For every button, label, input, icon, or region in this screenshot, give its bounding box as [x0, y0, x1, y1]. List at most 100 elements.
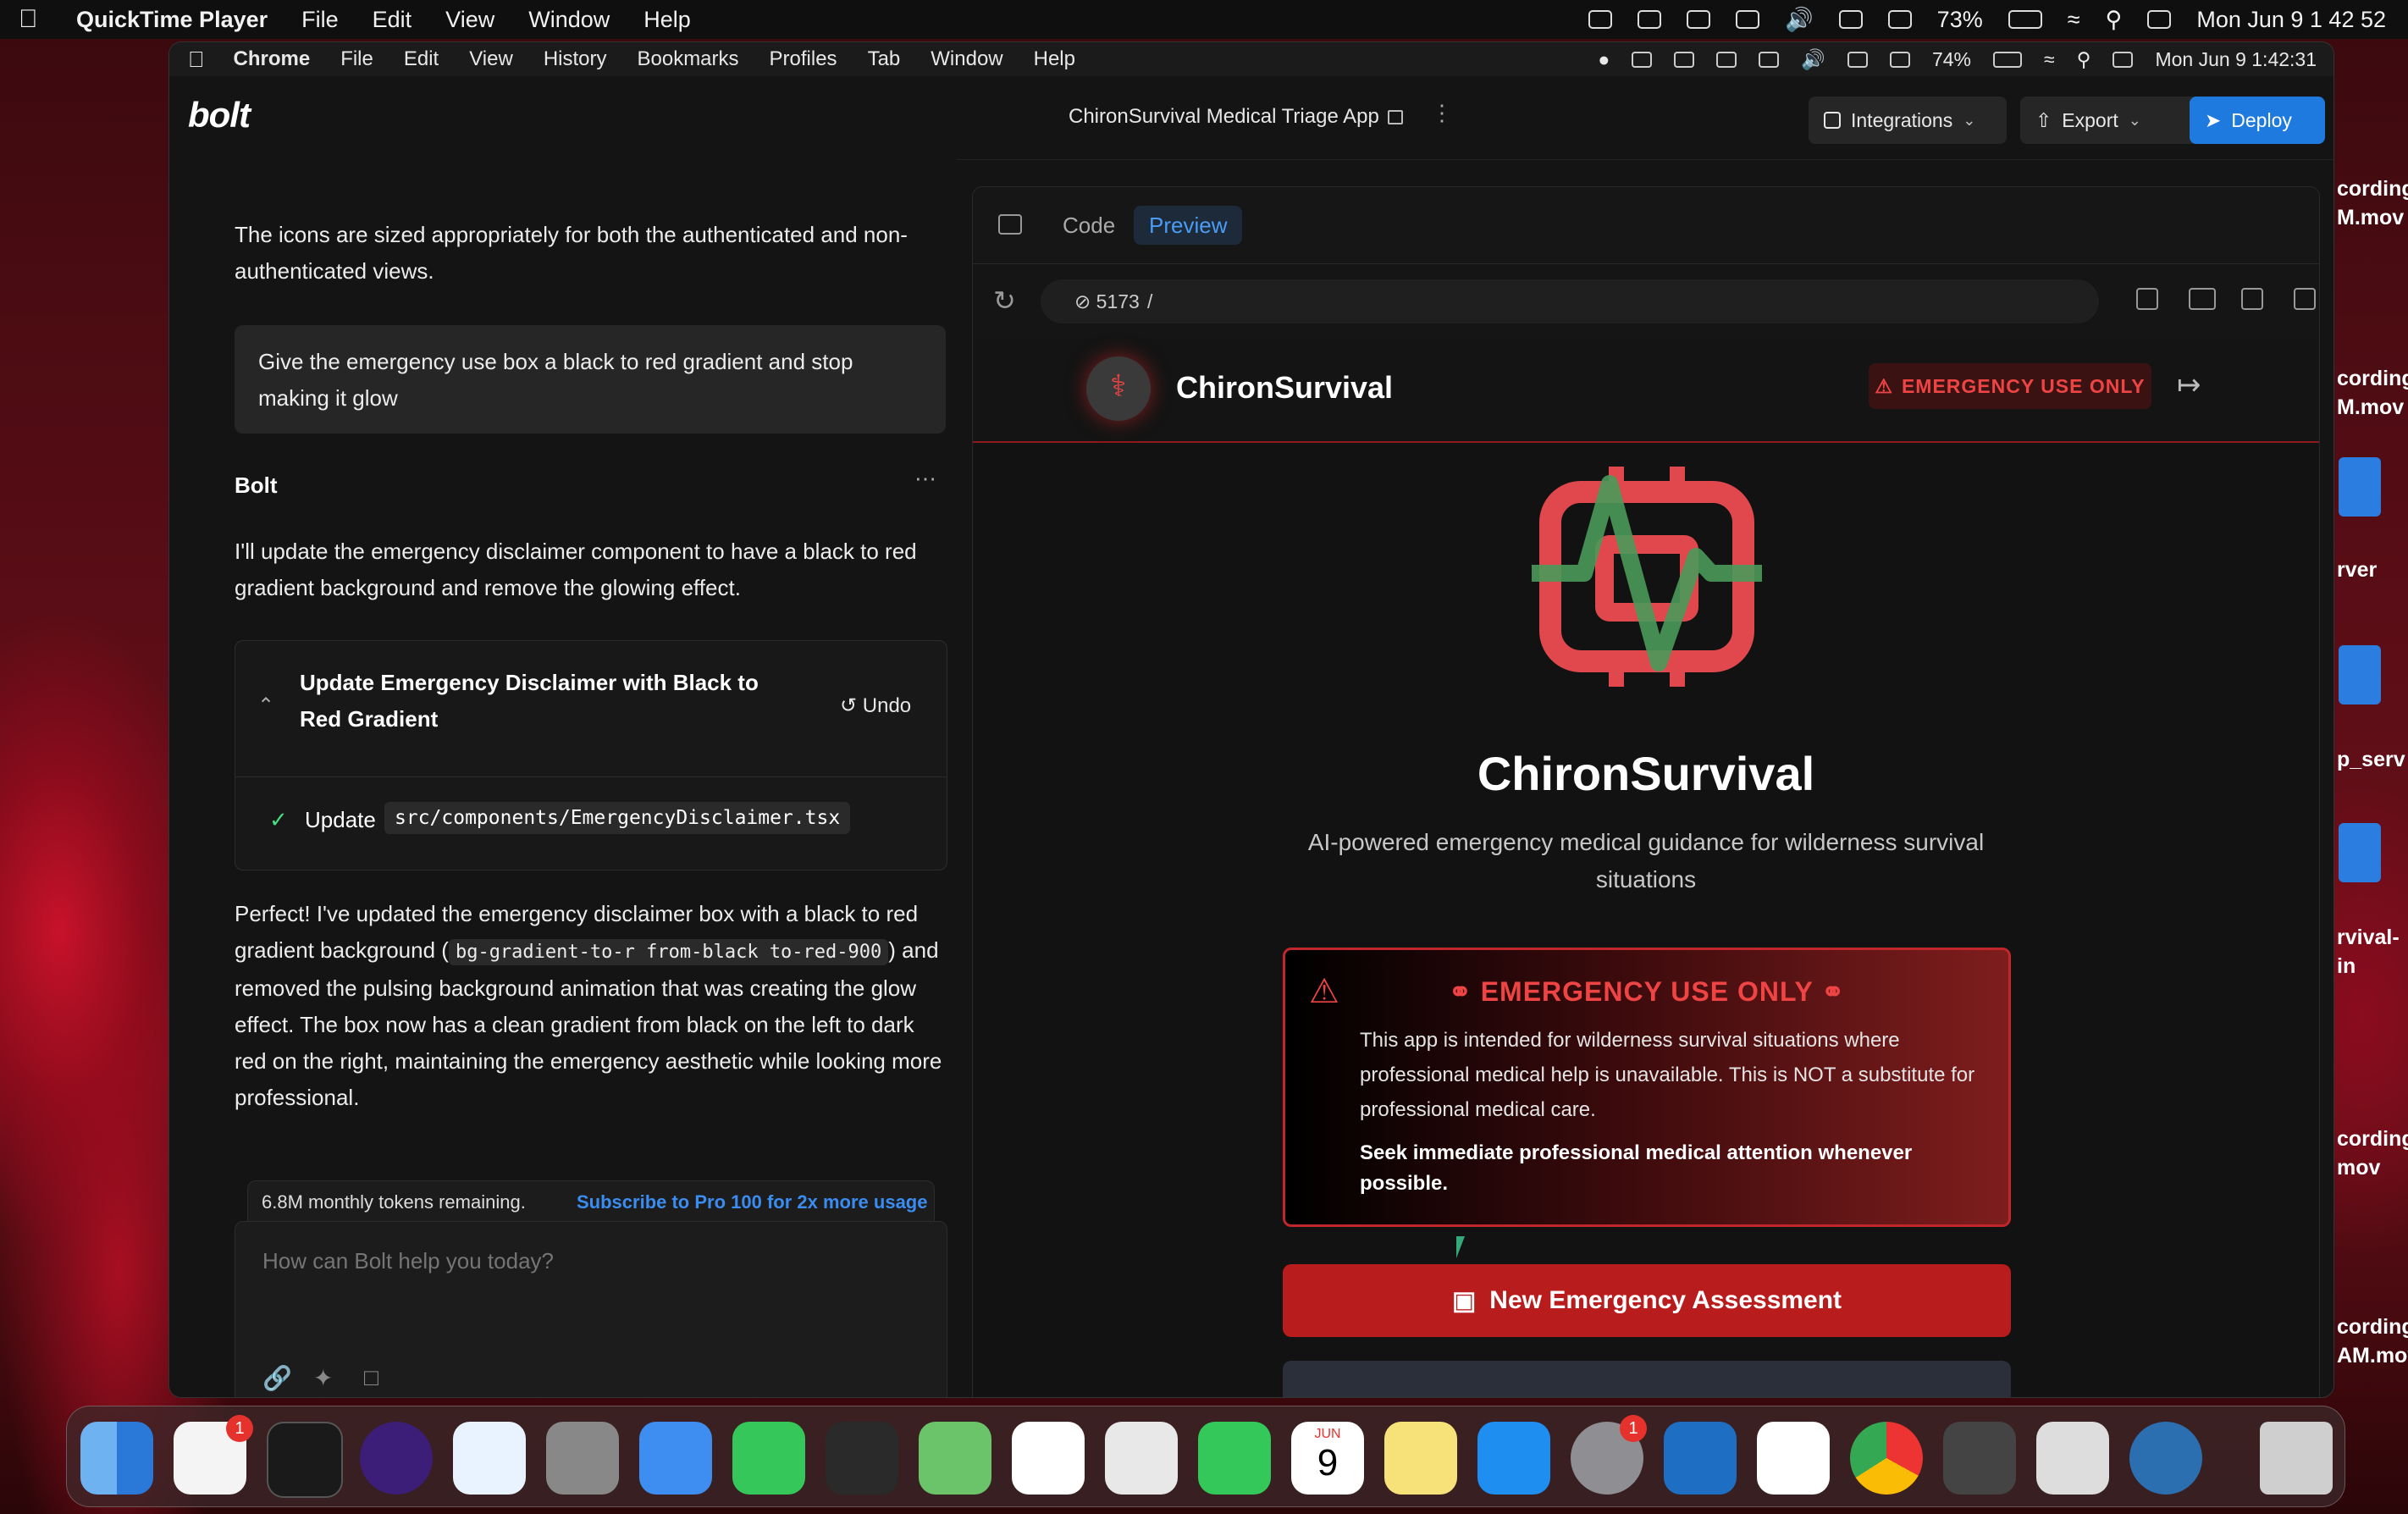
folder-icon[interactable] [2339, 823, 2381, 882]
display-icon[interactable] [1887, 10, 1912, 29]
search-icon[interactable]: ⚲ [2106, 7, 2123, 33]
chrome-menu-history[interactable]: History [544, 47, 607, 71]
podcast-app-icon[interactable] [360, 1422, 433, 1495]
status-app-icon[interactable] [1632, 51, 1653, 68]
chrome-menu-window[interactable]: Window [931, 47, 1002, 71]
desktop-file-label[interactable]: in [2337, 952, 2356, 981]
reload-icon[interactable]: ↻ [993, 285, 1016, 317]
safari-icon[interactable] [453, 1422, 526, 1495]
battery-icon[interactable] [1992, 51, 2022, 68]
chrome-menu-file[interactable]: File [340, 47, 373, 71]
desktop-file-label[interactable]: mov [2337, 1153, 2380, 1182]
wifi-icon[interactable]: ≈ [2044, 48, 2055, 71]
desktop-file-label[interactable]: rvival- [2337, 923, 2400, 952]
control-center-icon[interactable] [2147, 10, 2172, 29]
vscode-icon[interactable] [1664, 1422, 1737, 1495]
desktop-file-label[interactable]: p_serv [2337, 745, 2405, 774]
desktop-file-label[interactable]: cording [2337, 1124, 2408, 1153]
stage-manager-icon[interactable] [1847, 51, 1868, 68]
menubar-item-edit[interactable]: Edit [373, 7, 412, 33]
desktop-file-label[interactable]: M.mov [2337, 203, 2404, 232]
subscribe-link[interactable]: Subscribe to Pro 100 for 2x more usage [577, 1191, 927, 1213]
trash-icon[interactable] [2260, 1422, 2333, 1495]
volume-icon[interactable]: 🔊 [1785, 6, 1814, 33]
finder-icon[interactable] [80, 1422, 153, 1495]
chevron-up-icon[interactable]: ⌃ [257, 693, 274, 718]
chrome-menu-bookmarks[interactable]: Bookmarks [637, 47, 738, 71]
preview-url-field[interactable]: ⊘ 5173 / [1041, 279, 2099, 323]
desktop-file-label[interactable]: AM.mov [2337, 1341, 2408, 1370]
tab-code[interactable]: Code [1047, 206, 1130, 245]
search-icon[interactable]: ⚲ [2077, 48, 2091, 71]
new-assessment-button[interactable]: ▣ New Emergency Assessment [1283, 1264, 2011, 1337]
notes-icon[interactable] [1384, 1422, 1457, 1495]
reminders-icon[interactable]: 1 [174, 1415, 253, 1495]
menubar-app-name[interactable]: QuickTime Player [76, 7, 268, 33]
chrome-menu-profiles[interactable]: Profiles [770, 47, 837, 71]
discussion-icon[interactable]: □ [364, 1364, 378, 1391]
memory-status-icon[interactable] [1687, 10, 1711, 29]
terminal-icon[interactable] [267, 1422, 343, 1498]
more-options-icon[interactable]: ⋮ [1431, 100, 1453, 126]
app-store-icon[interactable] [1477, 1422, 1550, 1495]
project-title[interactable]: ChironSurvival Medical Triage App [1069, 105, 1403, 129]
color-picker-icon[interactable] [826, 1422, 898, 1495]
deploy-button[interactable]: ➤ Deploy [2190, 97, 2325, 144]
logout-icon[interactable]: ↦ [2177, 368, 2201, 402]
bolt-logo[interactable]: bolt [188, 95, 251, 135]
quicktime-icon[interactable] [2129, 1422, 2202, 1495]
inspector-icon[interactable] [2241, 288, 2263, 310]
menubar-item-window[interactable]: Window [528, 7, 610, 33]
system-settings-icon[interactable]: 1 [1571, 1415, 1647, 1495]
secondary-button[interactable] [1283, 1361, 2011, 1397]
app-logo-avatar[interactable]: ⚕ [1086, 356, 1151, 421]
chrome-icon[interactable] [1850, 1422, 1923, 1495]
enhance-sparkle-icon[interactable]: ✦ [313, 1364, 333, 1392]
battery-icon[interactable] [2008, 10, 2042, 29]
device-preview-icon[interactable] [2189, 288, 2216, 310]
more-options-icon[interactable]: ⋯ [914, 466, 936, 492]
menubar-item-help[interactable]: Help [643, 7, 691, 33]
wifi-icon[interactable]: ≈ [2068, 7, 2080, 33]
chrome-menu-help[interactable]: Help [1034, 47, 1075, 71]
chrome-menu-edit[interactable]: Edit [404, 47, 439, 71]
folder-icon[interactable] [2339, 645, 2381, 705]
record-icon[interactable]: ● [1598, 48, 1610, 71]
menubar-clock[interactable]: Mon Jun 9 1 42 52 [2196, 7, 2386, 33]
memory-status-icon[interactable] [1716, 51, 1737, 68]
desktop-file-label[interactable]: cording [2337, 364, 2408, 393]
integrations-button[interactable]: Integrations ⌄ [1809, 97, 2007, 144]
keychain-icon[interactable] [1943, 1422, 2016, 1495]
photos-icon[interactable] [1012, 1422, 1085, 1495]
notion-icon[interactable] [1757, 1422, 1830, 1495]
notion-status-icon[interactable] [1638, 10, 1662, 29]
app-brand[interactable]: ChironSurvival [1176, 370, 1393, 406]
chrome-app-name[interactable]: Chrome [234, 47, 311, 71]
chrome-menu-tab[interactable]: Tab [868, 47, 901, 71]
desktop-file-label[interactable]: cording [2337, 1312, 2408, 1341]
status-app-icon[interactable] [1588, 10, 1613, 29]
time-machine-icon[interactable] [1736, 10, 1760, 29]
tab-preview[interactable]: Preview [1134, 206, 1243, 245]
desktop-file-label[interactable]: cording [2337, 174, 2408, 203]
screenshot-icon[interactable] [1105, 1422, 1178, 1495]
fullscreen-icon[interactable] [2294, 288, 2316, 310]
url-path[interactable]: / [1147, 290, 1152, 313]
updated-file-path[interactable]: src/components/EmergencyDisclaimer.tsx [384, 802, 851, 834]
action-title[interactable]: Update Emergency Disclaimer with Black t… [300, 665, 774, 738]
time-machine-icon[interactable] [1759, 51, 1780, 68]
mail-icon[interactable] [639, 1422, 712, 1495]
script-editor-icon[interactable] [2036, 1422, 2109, 1495]
export-button[interactable]: ⇧ Export ⌄ [2020, 97, 2205, 144]
undo-button[interactable]: ↺ Undo [840, 693, 911, 718]
launchpad-icon[interactable] [546, 1422, 619, 1495]
calendar-icon[interactable]: JUN 9 [1291, 1422, 1364, 1495]
chrome-menubar-clock[interactable]: Mon Jun 9 1:42:31 [2155, 48, 2317, 71]
folder-icon[interactable] [2339, 457, 2381, 517]
maps-icon[interactable] [919, 1422, 991, 1495]
port-selector[interactable]: ⊘ 5173 [1074, 290, 1140, 313]
facetime-icon[interactable] [1198, 1422, 1271, 1495]
display-icon[interactable] [1889, 51, 1910, 68]
menubar-item-view[interactable]: View [445, 7, 494, 33]
volume-icon[interactable]: 🔊 [1801, 48, 1825, 71]
